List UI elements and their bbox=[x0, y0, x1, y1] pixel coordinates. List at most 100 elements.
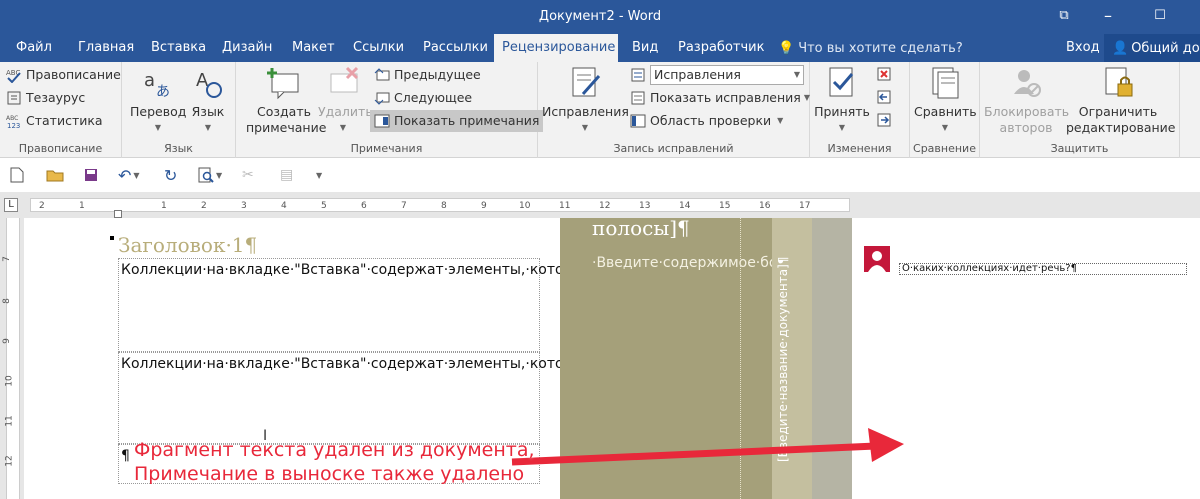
markup-icon bbox=[630, 67, 646, 83]
indent-marker[interactable] bbox=[114, 210, 122, 218]
block-authors-icon bbox=[1008, 66, 1044, 100]
tab-design[interactable]: Дизайн bbox=[214, 34, 280, 62]
redo-button[interactable]: ↻ bbox=[164, 165, 177, 185]
previous-change-button[interactable] bbox=[876, 89, 892, 108]
annotation-line-2: Примечание в выноске также удалено bbox=[134, 463, 525, 485]
language-icon: A bbox=[190, 66, 226, 100]
sidebar-body: ·Введите·содержимое·боковой·полосы.·Боко… bbox=[592, 246, 1200, 280]
redo-icon: ↻ bbox=[164, 165, 178, 185]
group-compare-label: Сравнение bbox=[913, 142, 976, 155]
markup-area bbox=[852, 218, 1200, 499]
undo-button[interactable]: ↶ ▼ bbox=[118, 165, 140, 185]
paragraph-mark-bullet bbox=[110, 236, 114, 240]
document-title-placeholder[interactable]: [Введите·название·документа]¶ bbox=[776, 257, 790, 462]
language-button[interactable]: A Язык ▼ bbox=[188, 66, 228, 136]
word-count-icon: ABC 123 bbox=[6, 113, 22, 130]
save-button[interactable] bbox=[84, 165, 98, 185]
open-button[interactable] bbox=[46, 165, 64, 185]
tab-selector[interactable]: L bbox=[4, 198, 18, 212]
ruler-tick: 11 bbox=[559, 201, 571, 211]
document-heading[interactable]: Заголовок·1¶ bbox=[118, 233, 257, 257]
reviewing-pane-icon bbox=[630, 113, 646, 129]
display-for-review-dropdown[interactable]: Исправления ▼ bbox=[630, 64, 804, 86]
tab-file[interactable]: Файл bbox=[8, 34, 60, 62]
group-language-label: Язык bbox=[164, 142, 193, 155]
next-comment-button[interactable]: Следующее bbox=[374, 87, 472, 109]
next-change-button[interactable] bbox=[876, 112, 892, 131]
horizontal-ruler[interactable]: L 2 1 1 2 3 4 5 6 7 8 9 10 11 12 13 14 1… bbox=[0, 192, 1200, 218]
spelling-button[interactable]: ABC Правописание bbox=[6, 64, 121, 86]
document-paragraph-2[interactable]: Коллекции·на·вкладке·"Вставка"·содержат·… bbox=[118, 352, 1200, 444]
track-changes-button[interactable]: Исправления ▼ bbox=[542, 66, 629, 136]
chevron-down-icon: ▼ bbox=[777, 116, 784, 125]
maximize-button[interactable]: ☐ bbox=[1150, 6, 1170, 26]
ruler-tick: 2 bbox=[39, 201, 45, 211]
translate-icon: aあ bbox=[140, 66, 176, 100]
compare-icon bbox=[927, 66, 963, 100]
chevron-down-icon: ▼ bbox=[316, 170, 323, 180]
tab-references[interactable]: Ссылки bbox=[345, 34, 412, 62]
folder-icon bbox=[46, 170, 64, 182]
sign-in-link[interactable]: Вход bbox=[1058, 34, 1108, 62]
group-changes: Принять ▼ Изменения bbox=[810, 62, 910, 158]
next-change-icon bbox=[877, 113, 891, 127]
group-comments-label: Примечания bbox=[350, 142, 423, 155]
reject-button[interactable] bbox=[876, 66, 892, 85]
minimize-button[interactable]: – bbox=[1098, 6, 1118, 26]
display-mode-select[interactable]: Исправления ▼ bbox=[650, 65, 804, 85]
show-markup-button[interactable]: Показать исправления ▼ bbox=[630, 87, 810, 109]
chevron-down-icon: ▼ bbox=[793, 70, 800, 79]
translate-button[interactable]: aあ Перевод ▼ bbox=[130, 66, 186, 136]
restrict-editing-button[interactable]: Ограничить редактирование bbox=[1066, 66, 1175, 136]
new-document-button[interactable] bbox=[10, 165, 24, 185]
tab-developer[interactable]: Разработчик bbox=[670, 34, 772, 62]
tab-layout[interactable]: Макет bbox=[284, 34, 343, 62]
tab-home[interactable]: Главная bbox=[70, 34, 142, 62]
thesaurus-button[interactable]: Тезаурус bbox=[6, 87, 85, 109]
reviewing-pane-button[interactable]: Область проверки ▼ bbox=[630, 110, 783, 132]
show-comments-button[interactable]: Показать примечания bbox=[370, 110, 544, 132]
tab-view[interactable]: Вид bbox=[624, 34, 666, 62]
tab-insert[interactable]: Вставка bbox=[143, 34, 214, 62]
share-label: Общий доступ bbox=[1131, 40, 1200, 56]
word-window: Документ2 - Word ⧉ – ☐ Файл Главная Вста… bbox=[0, 0, 1200, 499]
block-authors-button[interactable]: Блокировать авторов bbox=[984, 66, 1070, 136]
ribbon-display-options-button[interactable]: ⧉ bbox=[1054, 6, 1074, 26]
toolbar-disabled-button-1[interactable]: ✂ bbox=[242, 165, 254, 185]
ruler-tick: 6 bbox=[361, 201, 367, 211]
previous-comment-button[interactable]: Предыдущее bbox=[374, 64, 481, 86]
new-comment-button[interactable]: Создать примечание bbox=[246, 66, 326, 136]
chevron-down-icon: ▼ bbox=[154, 123, 162, 132]
document-paragraph-1[interactable]: Коллекции·на·вкладке·"Вставка"·содержат·… bbox=[118, 258, 1200, 352]
comment-balloon[interactable]: О·каких·коллекциях·идет·речь?¶ bbox=[899, 263, 1187, 275]
compare-button[interactable]: Сравнить ▼ bbox=[914, 66, 977, 136]
tab-review[interactable]: Рецензирование bbox=[494, 34, 618, 62]
group-tracking-label: Запись исправлений bbox=[613, 142, 734, 155]
quick-access-toolbar: ↶ ▼ ↻ ▼ ✂ ▤ ▼ bbox=[0, 159, 1200, 191]
block-authors-label-1: Блокировать bbox=[984, 104, 1070, 119]
accept-label: Принять bbox=[814, 104, 870, 119]
floppy-icon bbox=[85, 169, 97, 181]
title-bar: Документ2 - Word ⧉ – ☐ bbox=[0, 0, 1200, 34]
tell-me-box[interactable]: 💡 Что вы хотите сделать? bbox=[770, 34, 971, 62]
vertical-ruler[interactable]: 7 8 9 10 11 12 bbox=[0, 218, 24, 499]
chevron-down-icon: ▼ bbox=[204, 123, 212, 132]
previous-comment-icon bbox=[374, 67, 390, 83]
accept-button[interactable]: Принять ▼ bbox=[814, 66, 870, 136]
ruler-tick: 8 bbox=[441, 201, 447, 211]
group-tracking: Исправления ▼ Исправления ▼ Показать исп… bbox=[538, 62, 810, 158]
toolbar-disabled-button-2[interactable]: ▤ bbox=[280, 165, 293, 185]
customize-toolbar-button[interactable]: ▼ bbox=[316, 165, 322, 185]
cut-icon: ✂ bbox=[242, 167, 254, 183]
print-preview-button[interactable]: ▼ bbox=[198, 165, 222, 185]
ruler-tick: 1 bbox=[161, 201, 167, 211]
delete-comment-button[interactable]: Удалить ▼ bbox=[318, 66, 373, 136]
lightbulb-icon: 💡 bbox=[778, 40, 795, 56]
word-count-button[interactable]: ABC 123 Статистика bbox=[6, 110, 103, 132]
chevron-down-icon: ▼ bbox=[941, 123, 949, 132]
undo-icon: ↶ bbox=[118, 165, 132, 185]
comment-author-avatar bbox=[864, 246, 890, 272]
tab-mailings[interactable]: Рассылки bbox=[415, 34, 496, 62]
sidebar-textbox[interactable]: полосы]¶ ·Введите·содержимое·боковой·пол… bbox=[560, 216, 1200, 499]
share-button[interactable]: 👤 Общий доступ bbox=[1104, 34, 1200, 62]
